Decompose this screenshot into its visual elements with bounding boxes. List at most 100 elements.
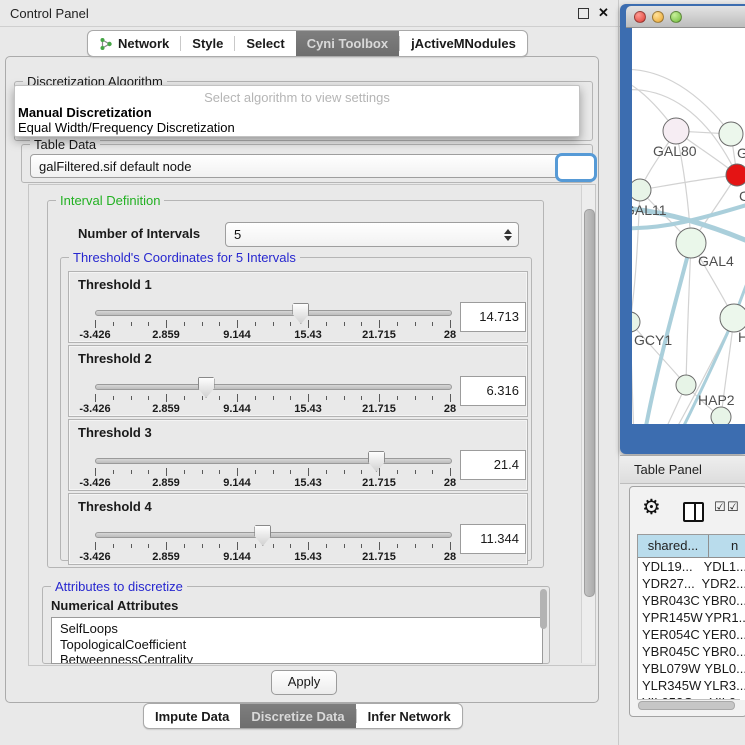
tick-mark bbox=[361, 322, 362, 326]
tick-labels: -3.4262.8599.14415.4321.71528 bbox=[95, 477, 450, 489]
tick-mark bbox=[219, 322, 220, 326]
horizontal-scrollbar[interactable] bbox=[637, 699, 740, 710]
tick-mark bbox=[397, 470, 398, 474]
tick-mark bbox=[344, 396, 345, 400]
minimize-traffic-light-icon[interactable] bbox=[652, 11, 664, 23]
node-attribute-table: shared... n YDL19...YDL1...YDR27...YDR2.… bbox=[637, 534, 745, 700]
table-data-combobox[interactable]: galFiltered.sif default node bbox=[30, 154, 586, 178]
scrollbar-thumb[interactable] bbox=[584, 209, 595, 597]
tick-mark bbox=[326, 322, 327, 326]
tick-label: 2.859 bbox=[152, 329, 180, 341]
zoom-traffic-light-icon[interactable] bbox=[670, 11, 682, 23]
group-label: Interval Definition bbox=[56, 193, 164, 208]
tick-labels: -3.4262.8599.14415.4321.71528 bbox=[95, 403, 450, 415]
tick-mark bbox=[95, 542, 96, 550]
table-row[interactable]: YDL19...YDL1... bbox=[638, 558, 745, 575]
table-row[interactable]: YBL079WYBL0... bbox=[638, 660, 745, 677]
popup-item-equal-width-frequency[interactable]: Equal Width/Frequency Discretization bbox=[18, 120, 235, 135]
tab-infer-network[interactable]: Infer Network bbox=[357, 704, 462, 728]
tab-cyni-toolbox[interactable]: Cyni Toolbox bbox=[296, 31, 399, 56]
network-node-H bbox=[720, 304, 745, 332]
numerical-attributes-list[interactable]: SelfLoopsTopologicalCoefficientBetweenne… bbox=[51, 617, 543, 664]
list-item[interactable]: SelfLoops bbox=[52, 621, 542, 637]
settings-scrollpane: Interval Definition Number of Intervals … bbox=[28, 184, 596, 666]
tick-mark bbox=[255, 544, 256, 548]
tick-mark bbox=[95, 468, 96, 476]
tab-impute-data[interactable]: Impute Data bbox=[144, 704, 240, 728]
list-item[interactable]: BetweennessCentrality bbox=[52, 652, 542, 664]
slider-track[interactable] bbox=[95, 310, 452, 316]
threshold-label: Threshold 1 bbox=[78, 277, 152, 292]
network-window-titlebar[interactable] bbox=[626, 6, 745, 28]
checkbox-icon[interactable]: ☑ bbox=[714, 500, 726, 515]
tick-mark bbox=[344, 470, 345, 474]
panel-divider bbox=[618, 0, 619, 745]
scrollbar-thumb[interactable] bbox=[638, 701, 735, 710]
list-scrollbar-thumb[interactable] bbox=[540, 589, 547, 629]
column-header-name[interactable]: n bbox=[709, 535, 745, 557]
close-icon[interactable]: ✕ bbox=[598, 5, 609, 21]
threshold-value-field[interactable]: 6.316 bbox=[460, 376, 526, 406]
tab-discretize-data[interactable]: Discretize Data bbox=[240, 704, 355, 728]
tick-labels: -3.4262.8599.14415.4321.71528 bbox=[95, 551, 450, 563]
tick-mark bbox=[95, 394, 96, 402]
table-row[interactable]: YDR27...YDR2... bbox=[638, 575, 745, 592]
table-row[interactable]: YER054CYER0... bbox=[638, 626, 745, 643]
tick-label: 9.144 bbox=[223, 329, 251, 341]
cell-shared-name: YLR345W bbox=[638, 677, 702, 694]
tick-label: -3.426 bbox=[79, 477, 110, 489]
slider-track[interactable] bbox=[95, 532, 452, 538]
number-of-intervals-combobox[interactable]: 5 bbox=[225, 222, 519, 247]
apply-button[interactable]: Apply bbox=[271, 670, 337, 695]
network-graph: GAL80GCGAL11GAL4GCY1HHAP2 bbox=[632, 28, 745, 424]
threshold-panel: Threshold 3 -3.4262.8599.14415.4321.71528… bbox=[68, 419, 528, 491]
cell-shared-name: YPR145W bbox=[638, 609, 703, 626]
tick-mark bbox=[379, 320, 380, 328]
list-item[interactable]: TopologicalCoefficient bbox=[52, 637, 542, 653]
threshold-value-field[interactable]: 14.713 bbox=[460, 302, 526, 332]
table-row[interactable]: YLR345WYLR3... bbox=[638, 677, 745, 694]
close-traffic-light-icon[interactable] bbox=[634, 11, 646, 23]
network-view-window: GAL80GCGAL11GAL4GCY1HHAP2 bbox=[620, 4, 745, 454]
tick-mark bbox=[131, 396, 132, 400]
tick-mark bbox=[202, 470, 203, 474]
spinner-arrows-icon[interactable] bbox=[501, 229, 515, 241]
gear-icon[interactable]: ⚙ bbox=[642, 495, 661, 519]
table-row[interactable]: YBR045CYBR0... bbox=[638, 643, 745, 660]
tick-label: -3.426 bbox=[79, 329, 110, 341]
threshold-value-field[interactable]: 21.4 bbox=[460, 450, 526, 480]
tab-select[interactable]: Select bbox=[235, 31, 295, 56]
attributes-group: Attributes to discretize Numerical Attri… bbox=[42, 586, 550, 664]
tick-mark bbox=[113, 396, 114, 400]
checkbox-icon[interactable]: ☑ bbox=[727, 500, 739, 515]
threshold-label: Threshold 3 bbox=[78, 425, 152, 440]
algorithm-combobox-focus[interactable] bbox=[555, 153, 597, 182]
cell-shared-name: YER054C bbox=[638, 626, 700, 643]
network-canvas[interactable]: GAL80GCGAL11GAL4GCY1HHAP2 bbox=[632, 28, 745, 424]
tick-mark bbox=[415, 322, 416, 326]
table-row[interactable]: YPR145WYPR1... bbox=[638, 609, 745, 626]
cell-shared-name: YDL19... bbox=[638, 558, 702, 575]
tab-network[interactable]: Network bbox=[88, 31, 180, 56]
tick-mark bbox=[273, 322, 274, 326]
columns-icon[interactable] bbox=[683, 502, 704, 522]
slider-track[interactable] bbox=[95, 458, 452, 464]
table-data-value: galFiltered.sif default node bbox=[31, 159, 568, 174]
vertical-scrollbar[interactable] bbox=[581, 185, 595, 663]
tab-style[interactable]: Style bbox=[181, 31, 234, 56]
network-node-node bbox=[711, 407, 731, 424]
float-window-icon[interactable] bbox=[578, 8, 589, 19]
column-header-shared-name[interactable]: shared... bbox=[638, 535, 709, 557]
popup-item-manual-discretization[interactable]: Manual Discretization bbox=[18, 105, 152, 120]
tick-label: 2.859 bbox=[152, 403, 180, 415]
cell-name: YBR0... bbox=[700, 592, 745, 609]
tick-mark bbox=[450, 542, 451, 550]
tick-label: 28 bbox=[444, 477, 456, 489]
tick-mark bbox=[361, 396, 362, 400]
slider-track[interactable] bbox=[95, 384, 452, 390]
tick-mark bbox=[166, 394, 167, 402]
table-row[interactable]: YBR043CYBR0... bbox=[638, 592, 745, 609]
tab-jactivemnodules[interactable]: jActiveMNodules bbox=[400, 31, 527, 56]
tick-mark bbox=[344, 322, 345, 326]
threshold-value-field[interactable]: 11.344 bbox=[460, 524, 526, 554]
